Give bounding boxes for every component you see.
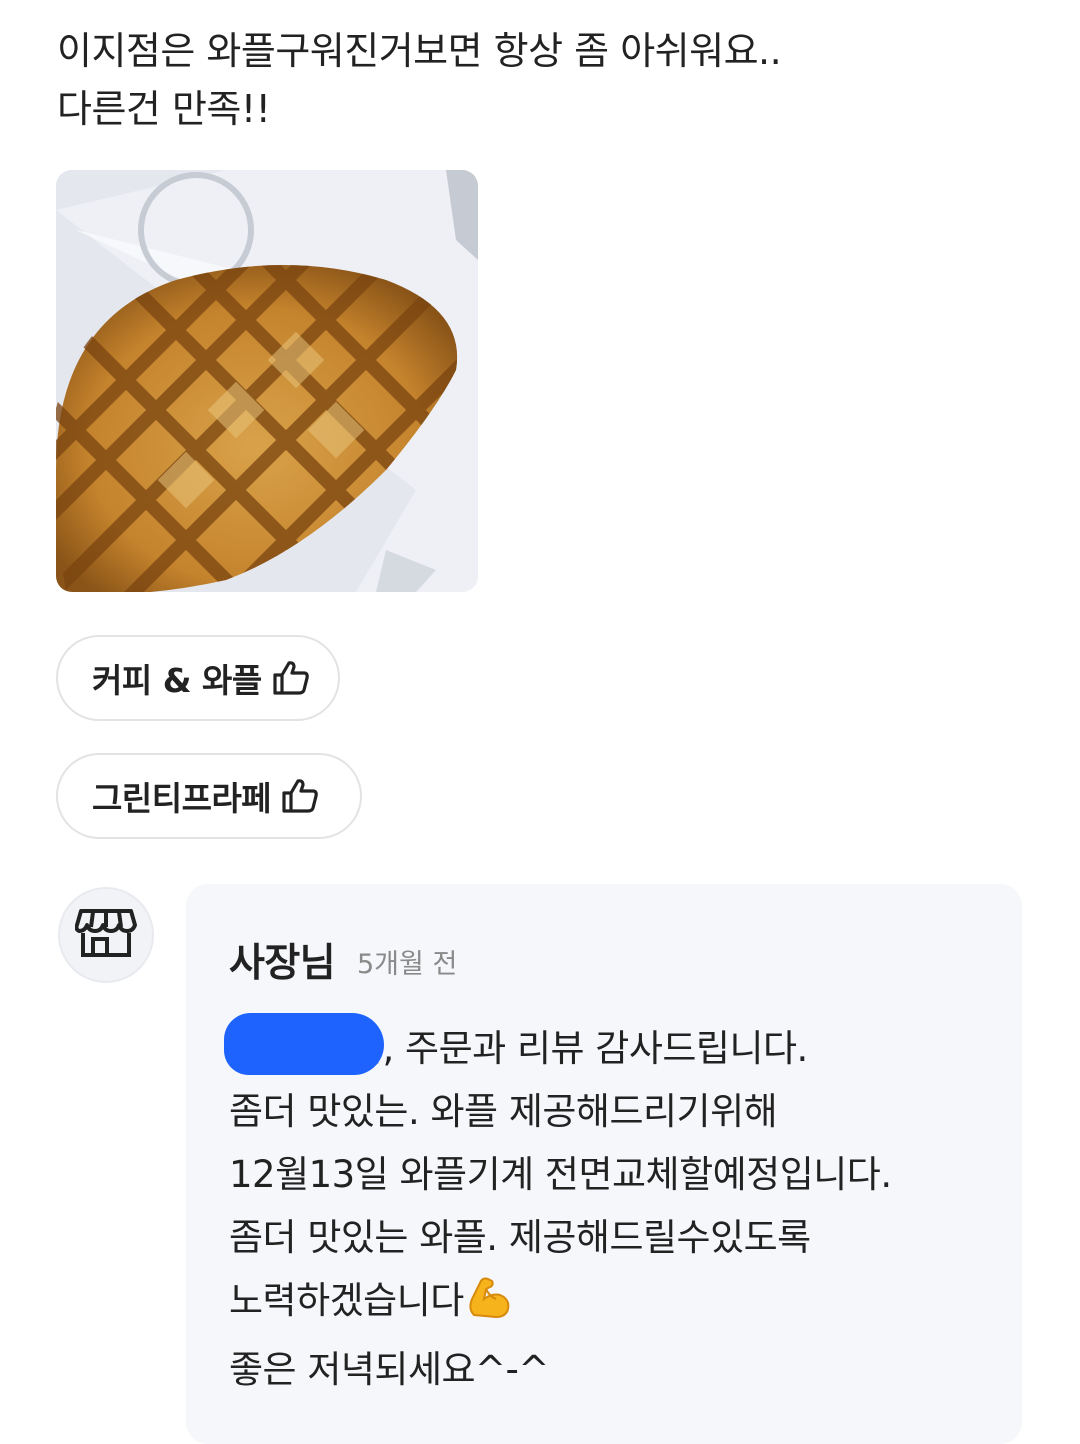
tag-label: 커피 & 와플 xyxy=(92,661,262,700)
tag-label: 그린티프라페 xyxy=(92,779,272,818)
review-line-1: 이지점은 와플구워진거보면 항상 좀 아쉬워요.. xyxy=(57,29,782,73)
tag-greentea-frappe[interactable]: 그린티프라페 xyxy=(56,753,362,839)
owner-name: 사장님 xyxy=(229,941,336,986)
storefront-icon xyxy=(74,907,137,963)
reply-time: 5개월 전 xyxy=(357,949,458,980)
redaction-mark xyxy=(224,1013,384,1075)
reply-line-5-text: 노력하겠습니다 xyxy=(229,1279,464,1322)
review-photo[interactable] xyxy=(56,170,478,592)
reply-line-6: 좋은 저녁되세요^-^ xyxy=(229,1348,549,1391)
reply-line-3: 12월13일 와플기계 전면교체할예정입니다. xyxy=(229,1153,892,1196)
review-line-2: 다른건 만족!! xyxy=(57,87,271,131)
reply-line-5: 노력하겠습니다 xyxy=(229,1269,1009,1338)
owner-avatar xyxy=(58,887,154,983)
flexed-biceps-icon xyxy=(466,1275,512,1338)
waffle-photo-icon xyxy=(56,170,478,592)
thumbs-up-icon xyxy=(272,660,310,696)
thumbs-up-icon xyxy=(281,778,319,814)
tag-coffee-waffle[interactable]: 커피 & 와플 xyxy=(56,635,340,721)
reply-line-2: 좀더 맛있는. 와플 제공해드리기위해 xyxy=(229,1090,778,1133)
review-text: 이지점은 와플구워진거보면 항상 좀 아쉬워요.. 다른건 만족!! xyxy=(57,22,1017,138)
reply-line-4: 좀더 맛있는 와플. 제공해드릴수있도록 xyxy=(229,1216,811,1259)
